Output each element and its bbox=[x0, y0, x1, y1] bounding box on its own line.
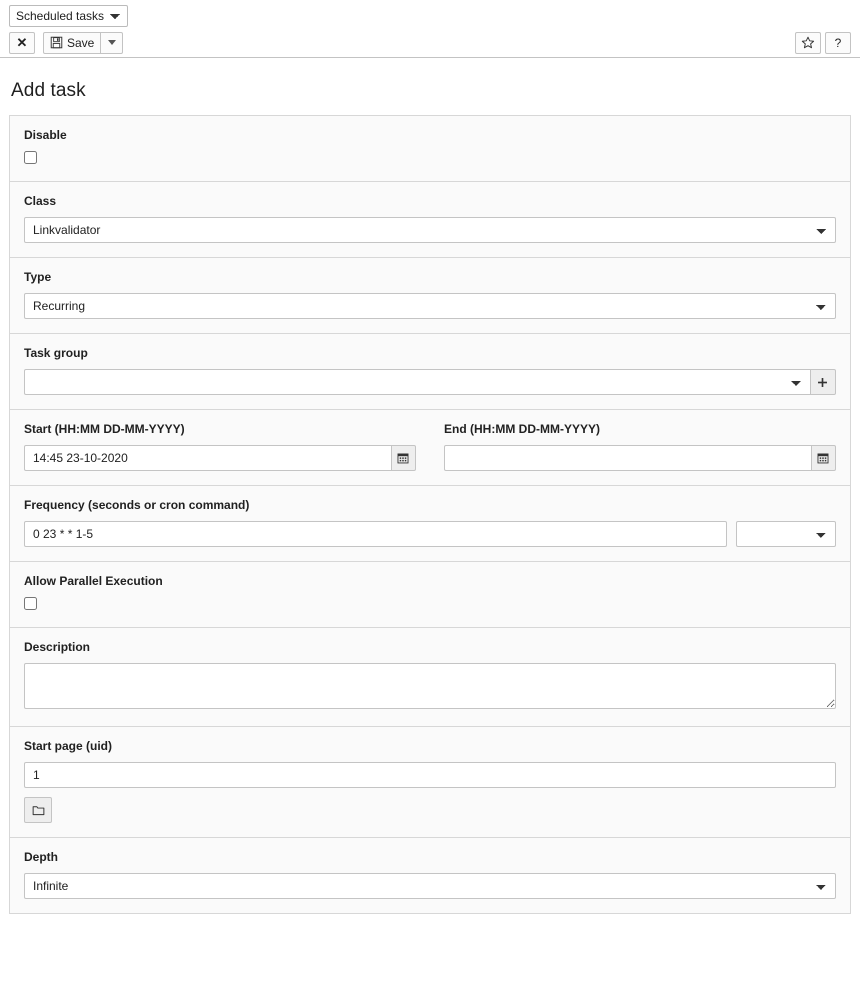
start-input[interactable] bbox=[24, 445, 392, 471]
end-label: End (HH:MM DD-MM-YYYY) bbox=[444, 422, 836, 436]
browse-page-button[interactable] bbox=[24, 797, 52, 823]
depth-select[interactable]: Infinite bbox=[24, 873, 836, 899]
parallel-execution-checkbox[interactable] bbox=[24, 597, 37, 610]
frequency-input[interactable] bbox=[24, 521, 727, 547]
task-group-input-group bbox=[24, 369, 836, 395]
save-icon bbox=[50, 36, 63, 49]
save-dropdown-button[interactable] bbox=[101, 32, 123, 54]
disable-checkbox[interactable] bbox=[24, 151, 37, 164]
field-type: Type Recurring bbox=[10, 258, 850, 334]
disable-label: Disable bbox=[24, 128, 836, 142]
add-task-form: Disable Class Linkvalidator Type Recurri… bbox=[9, 115, 851, 914]
field-class: Class Linkvalidator bbox=[10, 182, 850, 258]
field-start-page: Start page (uid) bbox=[10, 727, 850, 838]
start-label: Start (HH:MM DD-MM-YYYY) bbox=[24, 422, 416, 436]
docheader-left-buttons: ✕ Save bbox=[9, 32, 123, 54]
description-textarea[interactable] bbox=[24, 663, 836, 709]
docheader-menu-row: Scheduled tasks bbox=[0, 0, 860, 28]
task-group-label: Task group bbox=[24, 346, 836, 360]
page-title: Add task bbox=[11, 80, 849, 102]
depth-label: Depth bbox=[24, 850, 836, 864]
type-label: Type bbox=[24, 270, 836, 284]
frequency-preset-select[interactable] bbox=[736, 521, 836, 547]
field-parallel-execution: Allow Parallel Execution bbox=[10, 562, 850, 628]
question-mark-icon: ? bbox=[835, 36, 842, 50]
end-input-group bbox=[444, 445, 836, 471]
save-button-label: Save bbox=[67, 36, 94, 50]
frequency-label: Frequency (seconds or cron command) bbox=[24, 498, 836, 512]
docheader-button-row: ✕ Save bbox=[0, 28, 860, 58]
field-depth: Depth Infinite bbox=[10, 838, 850, 913]
frequency-row bbox=[24, 521, 836, 547]
calendar-icon bbox=[817, 452, 829, 464]
end-column: End (HH:MM DD-MM-YYYY) bbox=[444, 422, 836, 471]
field-description: Description bbox=[10, 628, 850, 727]
description-label: Description bbox=[24, 640, 836, 654]
parallel-execution-label: Allow Parallel Execution bbox=[24, 574, 836, 588]
close-icon: ✕ bbox=[17, 35, 28, 51]
close-button[interactable]: ✕ bbox=[9, 32, 35, 54]
class-label: Class bbox=[24, 194, 836, 208]
start-calendar-button[interactable] bbox=[392, 445, 416, 471]
star-icon bbox=[801, 36, 815, 50]
start-input-group bbox=[24, 445, 416, 471]
field-frequency: Frequency (seconds or cron command) bbox=[10, 486, 850, 562]
docheader-right-buttons: ? bbox=[795, 32, 851, 54]
task-group-select[interactable] bbox=[24, 369, 811, 395]
start-column: Start (HH:MM DD-MM-YYYY) bbox=[24, 422, 416, 471]
start-page-input[interactable] bbox=[24, 762, 836, 788]
field-disable: Disable bbox=[10, 116, 850, 182]
module-menu-select[interactable]: Scheduled tasks bbox=[9, 5, 128, 27]
type-select[interactable]: Recurring bbox=[24, 293, 836, 319]
field-start-end: Start (HH:MM DD-MM-YYYY) bbox=[10, 410, 850, 486]
folder-icon bbox=[32, 804, 45, 817]
field-task-group: Task group bbox=[10, 334, 850, 410]
bookmark-button[interactable] bbox=[795, 32, 821, 54]
help-button[interactable]: ? bbox=[825, 32, 851, 54]
class-select[interactable]: Linkvalidator bbox=[24, 217, 836, 243]
start-page-label: Start page (uid) bbox=[24, 739, 836, 753]
start-end-columns: Start (HH:MM DD-MM-YYYY) bbox=[24, 422, 836, 471]
add-task-group-button[interactable] bbox=[811, 369, 836, 395]
chevron-down-icon bbox=[108, 40, 116, 45]
module-body: Add task Disable Class Linkvalidator Typ… bbox=[0, 80, 860, 914]
save-button[interactable]: Save bbox=[43, 32, 101, 54]
module-docheader: Scheduled tasks ✕ Save bbox=[0, 0, 860, 58]
plus-icon bbox=[817, 377, 828, 388]
end-input[interactable] bbox=[444, 445, 812, 471]
end-calendar-button[interactable] bbox=[812, 445, 836, 471]
calendar-icon bbox=[397, 452, 409, 464]
